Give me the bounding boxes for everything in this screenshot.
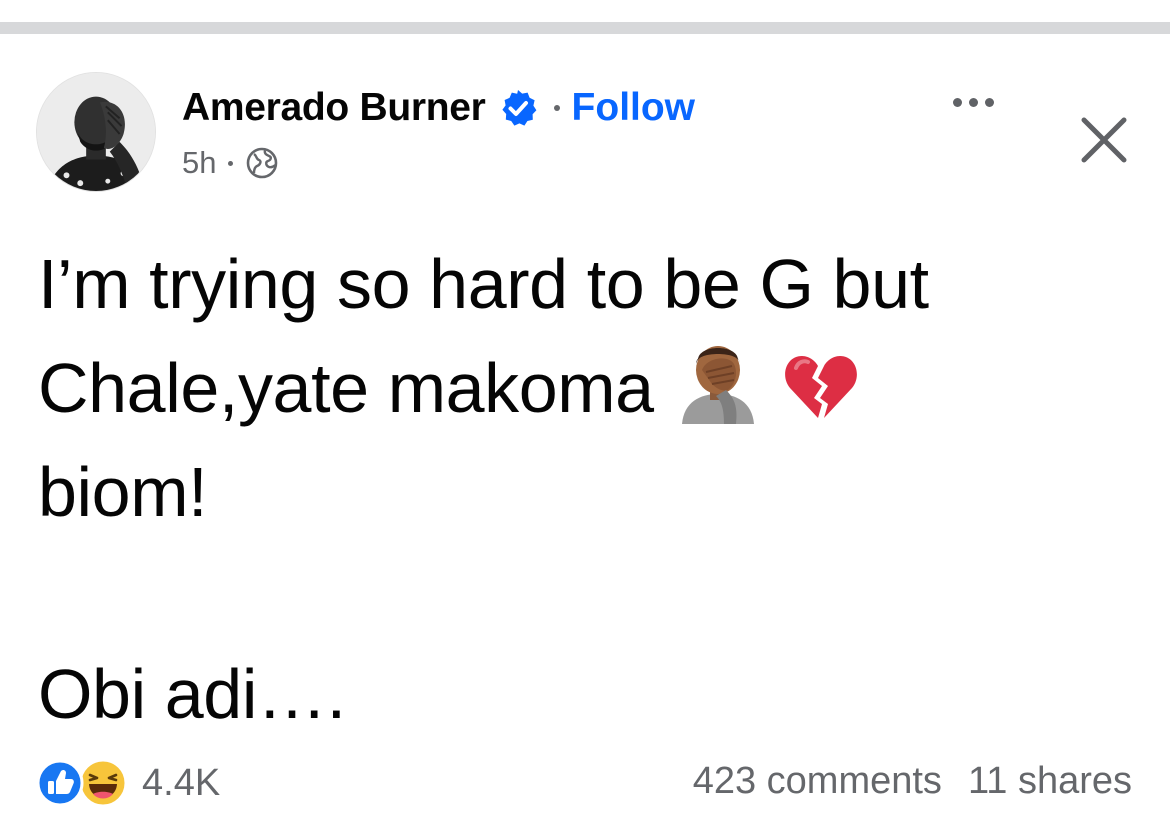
shares-count-link[interactable]: 11 shares (968, 760, 1132, 803)
meta-separator-dot (228, 160, 234, 166)
author-row: Amerado Burner Follow (182, 86, 695, 130)
broken-heart-emoji-icon (784, 356, 857, 418)
top-strip (0, 0, 1170, 22)
avatar-photo-icon (37, 73, 155, 191)
post-time[interactable]: 5h (182, 145, 216, 181)
close-icon (1081, 117, 1127, 163)
haha-icon (78, 758, 128, 808)
post-text-line: Obi adi…. (38, 655, 346, 733)
more-dot (952, 97, 962, 107)
comments-count-link[interactable]: 423 comments (693, 760, 942, 803)
feed-divider (0, 22, 1170, 34)
follow-button[interactable]: Follow (572, 86, 695, 130)
post-text-segment: Chale,yate makoma (38, 349, 654, 427)
more-dot (984, 97, 994, 107)
post-text-line: biom! (38, 453, 208, 531)
author-name[interactable]: Amerado Burner (182, 86, 486, 130)
separator-dot (553, 105, 560, 111)
verified-badge-icon (501, 90, 536, 126)
avatar[interactable] (36, 72, 156, 192)
reactions-summary[interactable]: 4.4K (36, 758, 220, 808)
like-icon (36, 759, 84, 807)
person-facepalming-emoji-icon (681, 346, 754, 424)
post-meta: 5h (182, 144, 279, 182)
more-dot (968, 97, 978, 107)
post-text-line-with-emoji: Chale,yate makoma (38, 336, 1148, 440)
engagement-counts: 423 comments 11 shares (693, 760, 1132, 803)
post-text-line: I’m trying so hard to be G but (38, 245, 929, 323)
post-text: I’m trying so hard to be G but Chale,yat… (38, 232, 1148, 746)
close-button[interactable] (1072, 108, 1136, 172)
post-card: Amerado Burner Follow 5h I’m trying so h… (0, 34, 1170, 838)
globe-icon[interactable] (245, 146, 279, 180)
reaction-count: 4.4K (142, 761, 221, 804)
engagement-bar: 4.4K 423 comments 11 shares (36, 754, 1136, 816)
more-options-button[interactable] (938, 80, 1008, 124)
